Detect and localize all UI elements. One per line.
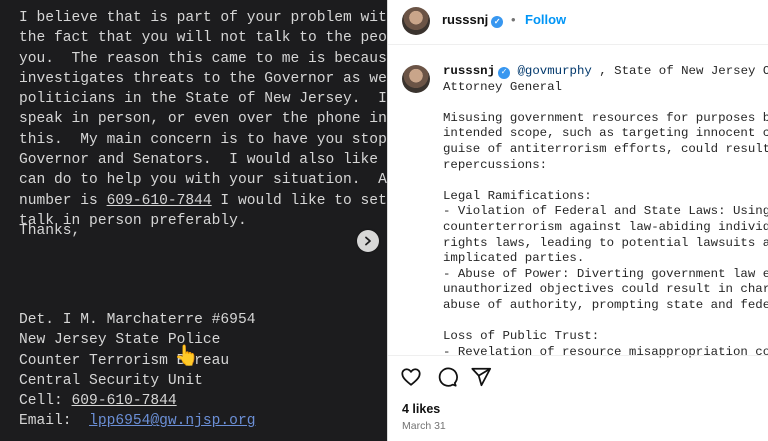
follow-button[interactable]: Follow — [525, 12, 566, 27]
post-image: I believe that is part of your problem w… — [0, 0, 387, 441]
caption-username[interactable]: russsnj — [443, 64, 495, 78]
cell-number: 609-610-7844 — [71, 393, 177, 410]
mention-link[interactable]: @govmurphy — [518, 64, 592, 78]
like-count[interactable]: 4 likes — [402, 402, 440, 416]
message-closing: Thanks, — [19, 223, 81, 239]
actions-divider — [388, 355, 768, 356]
post-header: russsnj ✓ • Follow — [388, 0, 768, 45]
avatar[interactable] — [402, 7, 430, 35]
pointing-hand-emoji: 👆 — [174, 345, 199, 367]
heart-icon[interactable] — [400, 366, 422, 388]
chevron-right-icon — [365, 236, 371, 246]
post-date: March 31 — [402, 420, 446, 432]
phone-number: 609-610-7844 — [106, 192, 212, 209]
verified-badge-icon: ✓ — [498, 66, 511, 79]
caption-avatar[interactable] — [402, 65, 430, 93]
email-link: lpp6954@gw.njsp.org — [89, 413, 256, 430]
username-link[interactable]: russsnj ✓ — [442, 12, 504, 28]
signature-block: Det. I M. Marchaterre #6954 New Jersey S… — [19, 312, 256, 430]
share-icon[interactable] — [470, 366, 492, 388]
post-caption: russsnj ✓ @govmurphy , State of New Jerse… — [443, 64, 768, 359]
separator-dot: • — [511, 12, 516, 27]
verified-badge-icon: ✓ — [491, 15, 504, 28]
post-panel: russsnj ✓ • Follow russsnj ✓ @govmurphy , … — [387, 0, 768, 441]
message-body: I believe that is part of your problem w… — [19, 10, 387, 229]
comment-icon[interactable] — [436, 366, 458, 388]
next-image-button[interactable] — [357, 230, 379, 252]
